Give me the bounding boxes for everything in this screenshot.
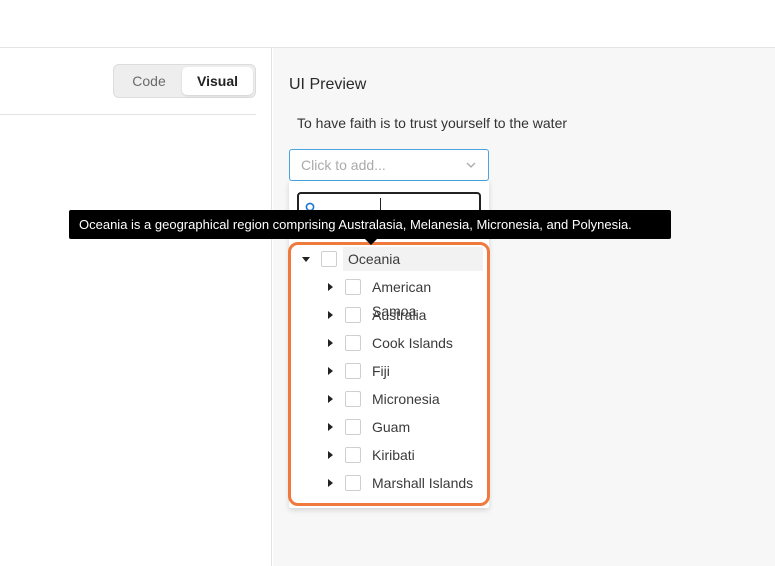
code-tab-button[interactable]: Code — [116, 67, 182, 95]
tree-select-input[interactable]: Click to add... — [289, 149, 489, 181]
tree-node-oceania[interactable]: Oceania — [299, 246, 483, 272]
caret-right-icon[interactable] — [323, 308, 337, 322]
tree-node-label[interactable]: Guam — [367, 415, 483, 439]
tree-node-label[interactable]: Kiribati — [367, 443, 483, 467]
node-checkbox[interactable] — [345, 363, 361, 379]
select-placeholder: Click to add... — [301, 157, 386, 173]
tree-node-label[interactable]: Fiji — [367, 359, 483, 383]
preview-pane: UI Preview To have faith is to trust you… — [273, 48, 775, 566]
chevron-down-icon — [466, 162, 476, 168]
tooltip: Oceania is a geographical region compris… — [69, 210, 671, 245]
caret-right-icon[interactable] — [323, 336, 337, 350]
divider — [0, 114, 256, 115]
node-checkbox[interactable] — [321, 251, 337, 267]
quote-text: To have faith is to trust yourself to th… — [297, 115, 568, 131]
tree-node-label[interactable]: Cook Islands — [367, 331, 483, 355]
caret-down-icon[interactable] — [299, 252, 313, 266]
tooltip-arrow — [365, 239, 377, 245]
caret-right-icon[interactable] — [323, 476, 337, 490]
tree-node[interactable]: Cook Islands — [323, 330, 483, 356]
view-mode-toggle: Code Visual — [113, 64, 256, 98]
tooltip-text: Oceania is a geographical region compris… — [79, 217, 632, 232]
node-checkbox[interactable] — [345, 391, 361, 407]
preview-title: UI Preview — [289, 76, 367, 93]
caret-right-icon[interactable] — [323, 364, 337, 378]
visual-tab-button[interactable]: Visual — [182, 67, 253, 95]
tree-node[interactable]: Micronesia — [323, 386, 483, 412]
tree-node-label[interactable]: Oceania — [343, 247, 483, 271]
tree-node[interactable]: Marshall Islands — [323, 470, 483, 496]
node-checkbox[interactable] — [345, 279, 361, 295]
caret-right-icon[interactable] — [323, 420, 337, 434]
tree-node-label[interactable]: Micronesia — [367, 387, 483, 411]
tree-node-label[interactable]: Marshall Islands — [367, 471, 483, 495]
tree-node[interactable]: Guam — [323, 414, 483, 440]
tree-node[interactable]: Fiji — [323, 358, 483, 384]
caret-right-icon[interactable] — [323, 448, 337, 462]
node-checkbox[interactable] — [345, 419, 361, 435]
node-checkbox[interactable] — [345, 447, 361, 463]
top-bar — [0, 0, 775, 48]
editor-pane: Code Visual — [0, 48, 272, 566]
tree-node[interactable]: Kiribati — [323, 442, 483, 468]
tree-node-label[interactable]: American Samoa — [367, 275, 483, 319]
caret-right-icon[interactable] — [323, 392, 337, 406]
node-checkbox[interactable] — [345, 307, 361, 323]
tree-node[interactable]: American Samoa — [323, 274, 483, 319]
node-checkbox[interactable] — [345, 475, 361, 491]
tree-node[interactable]: Australia — [323, 302, 483, 328]
caret-right-icon[interactable] — [323, 280, 337, 294]
tree-node-label[interactable]: Australia — [367, 303, 483, 327]
node-checkbox[interactable] — [345, 335, 361, 351]
